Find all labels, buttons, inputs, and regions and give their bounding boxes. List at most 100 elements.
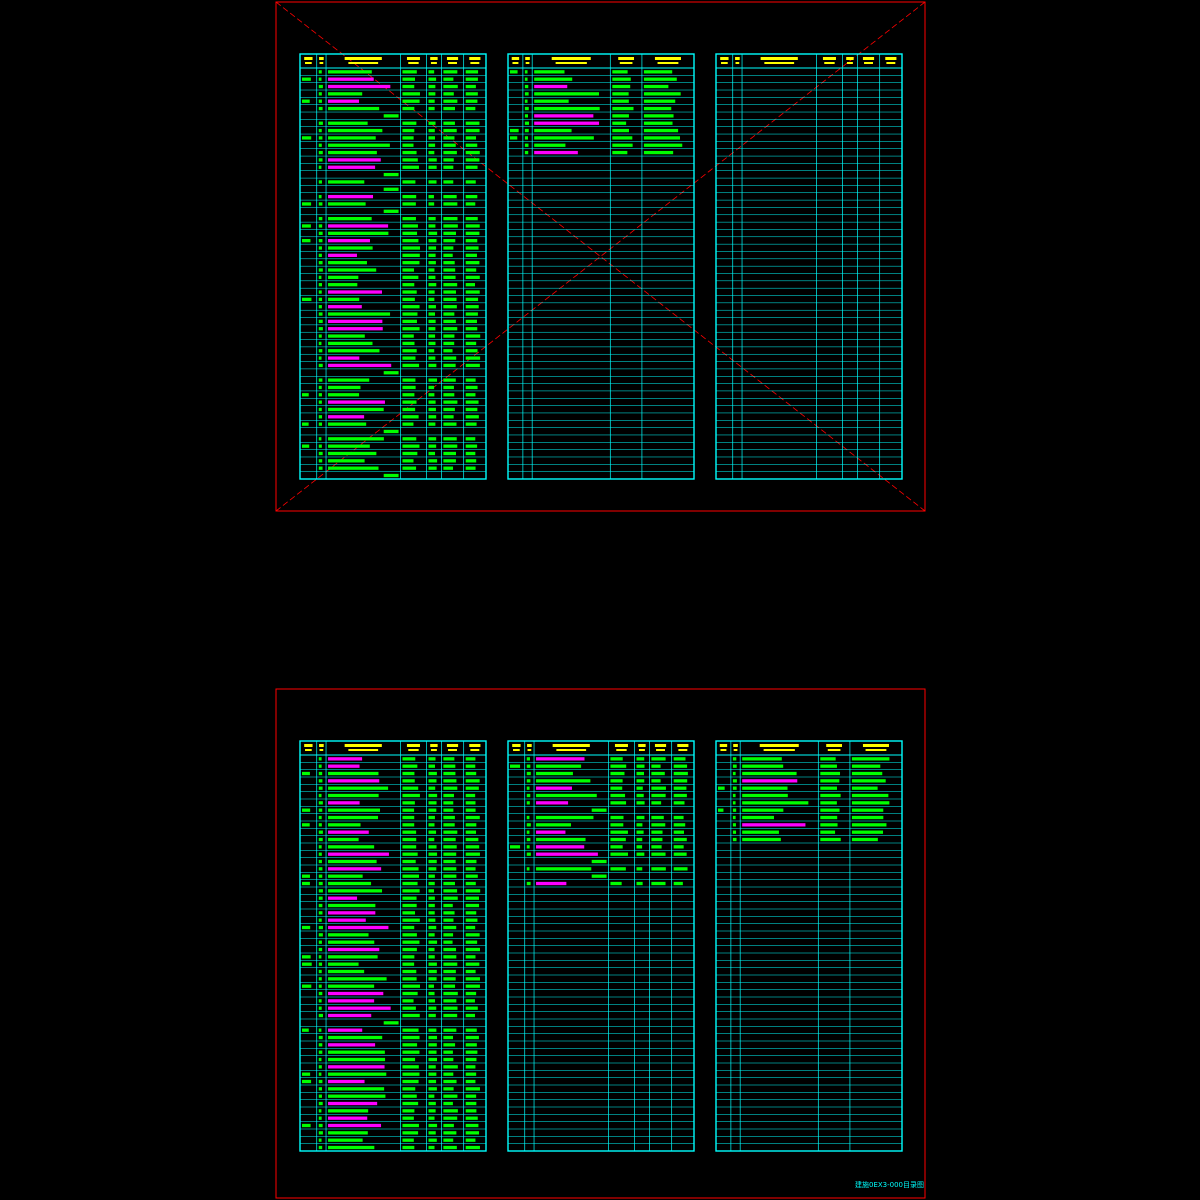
cell-text — [443, 815, 455, 820]
cell-text — [443, 216, 458, 221]
cell-text — [428, 786, 436, 790]
cell-text — [526, 823, 531, 827]
cell-text — [428, 341, 436, 346]
cell-text — [443, 955, 457, 959]
cell-text — [443, 385, 454, 390]
cell-text — [465, 1035, 479, 1040]
cell-text — [328, 334, 365, 338]
cell-text — [318, 903, 323, 908]
cell-text — [302, 99, 310, 103]
cell-text — [524, 136, 528, 140]
cell-text — [328, 823, 361, 827]
cell-text — [732, 823, 736, 827]
cell-text — [328, 786, 389, 790]
cell-text — [318, 356, 322, 360]
cell-text — [328, 991, 384, 996]
cell-text — [328, 385, 361, 390]
cell-text — [402, 1065, 419, 1069]
cell-text — [643, 84, 669, 89]
cell-text — [465, 999, 475, 1003]
cell-text — [651, 757, 666, 761]
cell-text — [428, 830, 437, 834]
cell-text — [636, 815, 645, 820]
cell-text — [526, 764, 531, 768]
cell-text — [318, 106, 323, 111]
cell-text — [428, 1035, 438, 1040]
cell-text — [328, 356, 360, 360]
cell-text — [402, 84, 415, 89]
cell-text — [318, 969, 322, 974]
cell-text — [402, 231, 418, 235]
cell-text — [524, 84, 529, 89]
cell-text — [328, 874, 363, 878]
cell-text — [402, 466, 417, 470]
header-text — [319, 749, 324, 751]
cell-text — [465, 150, 480, 155]
cell-text — [465, 275, 480, 280]
cell-text — [402, 896, 417, 900]
cell-text — [428, 911, 435, 915]
section-heading — [591, 808, 607, 812]
cell-text — [465, 786, 479, 790]
cell-text — [534, 143, 566, 147]
cell-text — [524, 150, 529, 155]
cell-text — [610, 815, 624, 820]
cell-text — [851, 808, 884, 812]
cell-text — [402, 969, 417, 974]
cell-text — [443, 1065, 458, 1069]
cell-text — [465, 1028, 477, 1032]
cell-text — [302, 925, 311, 930]
cell-text — [465, 253, 477, 257]
cell-text — [443, 1145, 457, 1150]
cell-text — [428, 1101, 436, 1106]
cell-text — [643, 150, 674, 155]
cell-text — [318, 1013, 323, 1018]
cell-text — [851, 815, 884, 820]
cell-text — [428, 1006, 437, 1010]
cell-text — [328, 1043, 376, 1047]
cell-text — [402, 341, 415, 346]
cell-text — [612, 70, 628, 74]
cell-text — [428, 128, 435, 133]
cell-text — [443, 415, 454, 419]
cell-text — [443, 451, 456, 456]
cell-text — [402, 385, 416, 390]
cell-text — [526, 845, 530, 849]
cell-text — [465, 378, 476, 382]
cell-text — [534, 136, 594, 140]
cell-text — [443, 1094, 458, 1098]
cell-text — [465, 136, 477, 140]
cell-text — [673, 881, 683, 886]
cell-text — [402, 334, 414, 338]
cell-text — [742, 830, 779, 834]
cell-text — [465, 246, 479, 250]
cell-text — [465, 881, 476, 886]
cell-text — [742, 779, 798, 783]
cell-text — [465, 859, 477, 864]
cell-text — [536, 881, 567, 886]
header-text — [654, 57, 681, 60]
cell-text — [443, 106, 455, 111]
cell-text — [443, 977, 456, 981]
cell-text — [465, 297, 479, 302]
cell-text — [328, 143, 390, 147]
cell-text — [328, 889, 383, 893]
cell-text — [443, 194, 457, 199]
cell-text — [402, 845, 417, 849]
cell-text — [402, 393, 415, 397]
cell-text — [328, 349, 380, 353]
cell-text — [673, 764, 688, 768]
cell-text — [318, 70, 322, 74]
cell-text — [465, 121, 480, 125]
cell-text — [318, 180, 322, 184]
header-text — [826, 744, 843, 747]
header-text — [733, 749, 738, 751]
cell-text — [318, 1145, 323, 1150]
cell-text — [318, 1065, 322, 1069]
header-text — [760, 57, 798, 60]
cell-text — [443, 158, 454, 162]
cell-text — [851, 771, 883, 776]
cell-text — [318, 757, 322, 761]
cell-text — [402, 194, 417, 199]
cell-text — [402, 1035, 420, 1040]
